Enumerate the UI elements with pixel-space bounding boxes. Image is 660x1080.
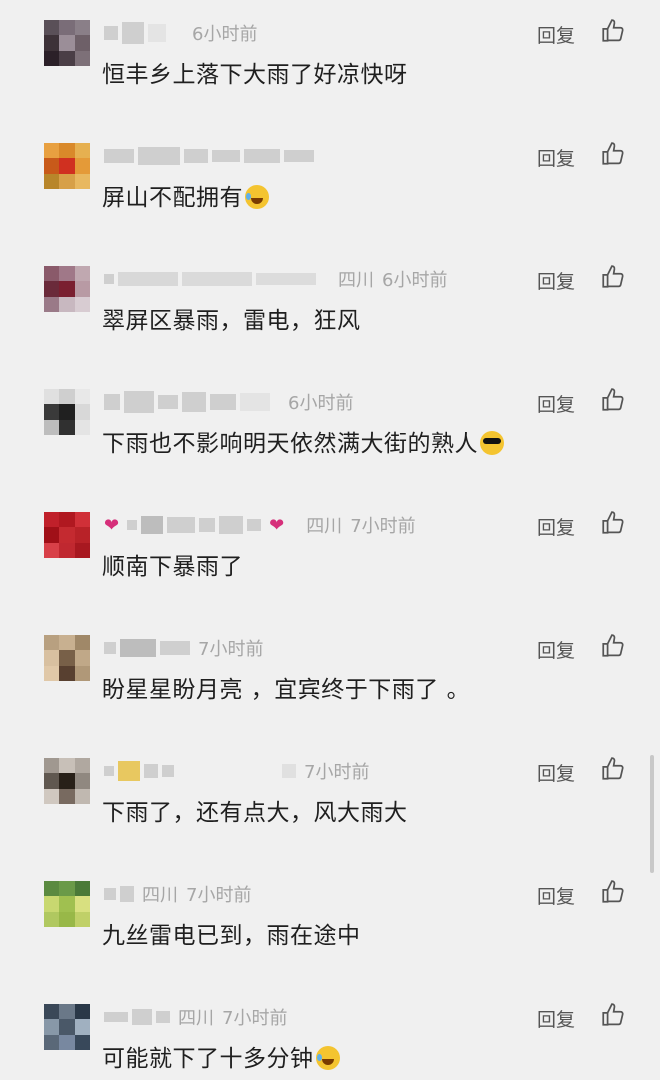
comment-meta: 6小时前 [104, 389, 353, 415]
comment-time: 6小时前 [288, 393, 354, 414]
reply-button[interactable]: 回复 [537, 636, 575, 663]
comment-item: 四川 7小时前 可能就下了十多分钟 回复 [0, 984, 660, 1080]
comment-text: 下雨了，还有点大，风大雨大 [102, 800, 408, 826]
thumbs-up-icon[interactable] [600, 510, 626, 536]
thumbs-up-icon[interactable] [600, 18, 626, 44]
avatar[interactable] [44, 512, 90, 558]
avatar[interactable] [44, 1004, 90, 1050]
comment-item: ❤ ❤ 四川 7小时前 顺南下暴雨了 回复 [0, 492, 660, 615]
comment-text: 下雨也不影响明天依然满大街的熟人 [102, 424, 504, 458]
comment-text: 恒丰乡上落下大雨了好凉快呀 [102, 62, 408, 88]
comment-meta [104, 143, 314, 169]
comment-text: 可能就下了十多分钟 [102, 1039, 340, 1073]
reply-button[interactable]: 回复 [537, 513, 575, 540]
comment-location: 四川 [338, 270, 374, 291]
comment-item: 6小时前 下雨也不影响明天依然满大街的熟人 回复 [0, 369, 660, 492]
avatar[interactable] [44, 20, 90, 66]
reply-button[interactable]: 回复 [537, 759, 575, 786]
comment-time: 7小时前 [186, 885, 252, 906]
comment-text: 九丝雷电已到，雨在途中 [102, 923, 361, 949]
username-blurred[interactable] [104, 22, 166, 44]
comment-item: 四川 7小时前 九丝雷电已到，雨在途中 回复 [0, 861, 660, 984]
username-blurred[interactable] [104, 272, 316, 286]
comment-time: 7小时前 [222, 1008, 288, 1029]
username-blurred[interactable] [104, 639, 190, 657]
avatar[interactable] [44, 389, 90, 435]
thumbs-up-icon[interactable] [600, 756, 626, 782]
comment-location: 四川 [178, 1008, 214, 1029]
comment-time: 6小时前 [382, 270, 448, 291]
comment-text: 屏山不配拥有 [102, 178, 269, 212]
avatar[interactable] [44, 881, 90, 927]
comment-meta: 7小时前 [104, 635, 263, 661]
thumbs-up-icon[interactable] [600, 633, 626, 659]
comment-text: 顺南下暴雨了 [102, 554, 243, 580]
reply-button[interactable]: 回复 [537, 882, 575, 909]
comment-item: 四川 6小时前 翠屏区暴雨，雷电，狂风 回复 [0, 246, 660, 369]
heart-decoration-icon: ❤ [104, 514, 120, 536]
laugh-cry-emoji-icon [315, 1046, 340, 1070]
comment-item: 屏山不配拥有 回复 [0, 123, 660, 246]
reply-button[interactable]: 回复 [537, 21, 575, 48]
comment-list: 6小时前 恒丰乡上落下大雨了好凉快呀 回复 屏山不配拥有 回复 四川 6小时前 … [0, 0, 660, 1080]
comment-text: 翠屏区暴雨，雷电，狂风 [102, 308, 361, 334]
comment-location: 四川 [306, 516, 343, 537]
comment-meta: ❤ ❤ 四川 7小时前 [104, 512, 416, 538]
thumbs-up-icon[interactable] [600, 879, 626, 905]
avatar[interactable] [44, 635, 90, 681]
comment-item: 7小时前 盼星星盼月亮 ，宜宾终于下雨了 。 回复 [0, 615, 660, 738]
comment-time: 7小时前 [304, 762, 370, 783]
comment-meta: 四川 7小时前 [104, 1004, 287, 1030]
reply-button[interactable]: 回复 [537, 390, 575, 417]
comment-time: 7小时前 [198, 639, 264, 660]
reply-button[interactable]: 回复 [537, 1005, 575, 1032]
thumbs-up-icon[interactable] [600, 264, 626, 290]
scrollbar[interactable] [650, 755, 654, 873]
reply-button[interactable]: 回复 [537, 144, 575, 171]
avatar[interactable] [44, 758, 90, 804]
username-blurred[interactable] [104, 886, 134, 902]
comment-text: 盼星星盼月亮 ，宜宾终于下雨了 。 [102, 677, 471, 703]
thumbs-up-icon[interactable] [600, 141, 626, 167]
sunglasses-emoji-icon [480, 431, 504, 455]
comment-meta: 7小时前 [104, 758, 369, 784]
comment-item: 6小时前 恒丰乡上落下大雨了好凉快呀 回复 [0, 0, 660, 123]
username-blurred[interactable] [104, 147, 314, 165]
comment-location: 四川 [142, 885, 178, 906]
avatar[interactable] [44, 143, 90, 189]
comment-item: 7小时前 下雨了，还有点大，风大雨大 回复 [0, 738, 660, 861]
comment-time: 6小时前 [192, 24, 258, 45]
thumbs-up-icon[interactable] [600, 387, 626, 413]
thumbs-up-icon[interactable] [600, 1002, 626, 1028]
username-blurred[interactable] [104, 391, 270, 413]
username-blurred[interactable] [104, 761, 296, 781]
comment-meta: 四川 6小时前 [104, 266, 447, 292]
heart-decoration-icon: ❤ [269, 514, 285, 536]
username-blurred[interactable] [127, 516, 262, 534]
comment-meta: 四川 7小时前 [104, 881, 251, 907]
avatar[interactable] [44, 266, 90, 312]
username-blurred[interactable] [104, 1009, 170, 1025]
reply-button[interactable]: 回复 [537, 267, 575, 294]
comment-time: 7小时前 [350, 516, 416, 537]
comment-meta: 6小时前 [104, 20, 257, 46]
laugh-cry-emoji-icon [245, 185, 269, 209]
